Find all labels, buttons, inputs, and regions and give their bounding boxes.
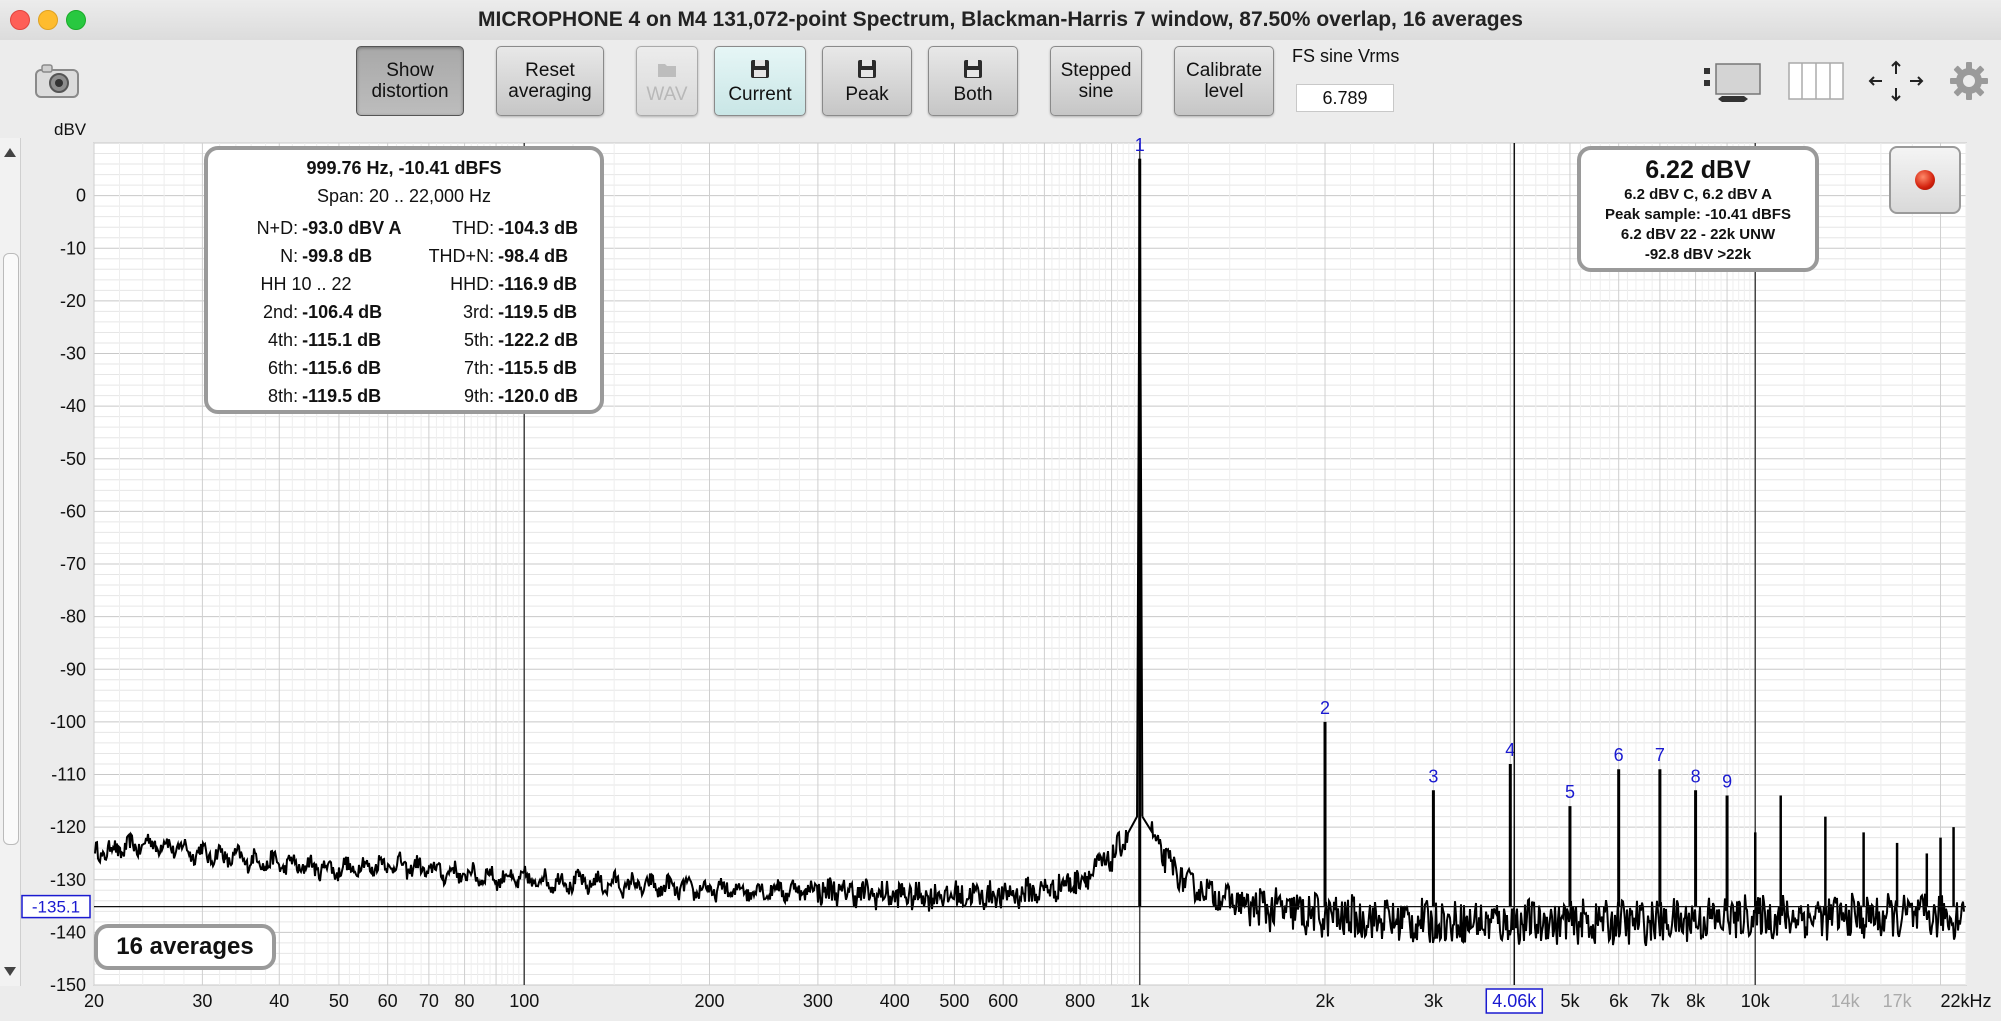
y-tick-label: -110 (51, 765, 86, 785)
x-tick-label: 400 (880, 991, 910, 1011)
y-tick-label: 0 (76, 186, 86, 206)
distortion-row: 8th: -119.5 dB 9th: -120.0 dB (208, 382, 600, 410)
x-tick-label: 70 (419, 991, 439, 1011)
level-line: 6.2 dBV 22 - 22k UNW (1620, 226, 1776, 243)
metric-value: -120.0 dB (498, 386, 579, 406)
level-line: 6.2 dBV C, 6.2 dBV A (1624, 186, 1772, 203)
metric-label: HH 10 .. 22 (260, 274, 352, 294)
record-icon (1915, 170, 1935, 190)
harmonic-label: 7 (1655, 745, 1665, 765)
harmonic-label: 3 (1428, 766, 1438, 786)
y-cursor-readout: -135.1 (32, 898, 80, 917)
x-tick-label: 10k (1741, 991, 1771, 1011)
distortion-row: N+D: -93.0 dBV A THD: -104.3 dB (208, 214, 600, 242)
metric-value: -119.5 dB (498, 302, 578, 322)
metric-label: 7th: (464, 358, 495, 378)
x-tick-label: 20 (84, 991, 104, 1011)
y-tick-label: -130 (50, 870, 86, 890)
metric-label: 9th: (464, 386, 495, 406)
metric-label: 4th: (268, 330, 299, 350)
metric-label: THD: (452, 218, 495, 238)
distortion-panel: 999.76 Hz, -10.41 dBFS Span: 20 .. 22,00… (204, 146, 604, 414)
level-panel: 6.22 dBV 6.2 dBV C, 6.2 dBV A Peak sampl… (1577, 146, 1819, 272)
x-tick-label: 200 (694, 991, 724, 1011)
record-button[interactable] (1889, 146, 1961, 214)
distortion-row: 6th: -115.6 dB 7th: -115.5 dB (208, 354, 600, 382)
harmonic-label: 5 (1565, 782, 1575, 802)
span-readout: Span: 20 .. 22,000 Hz (316, 186, 492, 206)
distortion-row: HH 10 .. 22 HHD: -116.9 dB (208, 270, 600, 298)
level-main-readout: 6.22 dBV (1645, 156, 1751, 184)
x-tick-label: 6k (1609, 991, 1629, 1011)
x-tick-label: 60 (378, 991, 398, 1011)
harmonic-label: 1 (1135, 135, 1145, 155)
y-tick-label: -30 (60, 344, 86, 364)
harmonic-label: 6 (1614, 745, 1624, 765)
x-tick-label: 800 (1065, 991, 1095, 1011)
x-tick-label: 600 (988, 991, 1018, 1011)
metric-label: 3rd: (463, 302, 495, 322)
metric-label: THD+N: (428, 246, 495, 266)
distortion-row: 2nd: -106.4 dB 3rd: -119.5 dB (208, 298, 600, 326)
x-tick-label: 80 (455, 991, 475, 1011)
metric-label: HHD: (450, 274, 495, 294)
metric-value: -98.4 dB (498, 246, 569, 266)
y-tick-label: -140 (50, 922, 86, 942)
x-tick-label: 22kHz (1940, 991, 1991, 1011)
y-tick-label: -80 (60, 607, 86, 627)
x-cursor-readout: 4.06k (1492, 991, 1537, 1011)
y-tick-label: -50 (60, 449, 86, 469)
y-tick-label: -120 (50, 817, 86, 837)
metric-label: 6th: (268, 358, 299, 378)
metric-value: -116.9 dB (498, 274, 578, 294)
x-tick-label: 40 (269, 991, 289, 1011)
x-tick-label: 100 (509, 991, 539, 1011)
metric-value: -119.5 dB (302, 386, 382, 406)
harmonic-label: 9 (1722, 772, 1732, 792)
metric-label: 2nd: (263, 302, 299, 322)
harmonic-label: 2 (1320, 698, 1330, 718)
x-tick-label: 8k (1686, 991, 1706, 1011)
y-tick-label: -90 (60, 659, 86, 679)
metric-label: 5th: (464, 330, 495, 350)
metric-label: N+D: (256, 218, 299, 238)
fundamental-readout: 999.76 Hz, -10.41 dBFS (306, 158, 502, 178)
y-tick-label: -70 (60, 554, 86, 574)
distortion-row: N: -99.8 dB THD+N: -98.4 dB (208, 242, 600, 270)
level-line: -92.8 dBV >22k (1644, 246, 1752, 263)
x-tick-label: 3k (1424, 991, 1444, 1011)
metric-label: N: (280, 246, 299, 266)
metric-value: -115.1 dB (302, 330, 382, 350)
y-tick-label: -40 (60, 396, 86, 416)
metric-value: -99.8 dB (302, 246, 373, 266)
metric-value: -122.2 dB (498, 330, 579, 350)
x-tick-label: 2k (1316, 991, 1336, 1011)
metric-value: -106.4 dB (302, 302, 383, 322)
metric-value: -93.0 dBV A (302, 218, 402, 238)
x-tick-label: 30 (192, 991, 212, 1011)
level-line: Peak sample: -10.41 dBFS (1605, 206, 1791, 223)
y-tick-label: -10 (60, 238, 86, 258)
y-tick-label: -100 (50, 712, 86, 732)
metric-label: 8th: (268, 386, 299, 406)
y-tick-label: -20 (60, 291, 86, 311)
x-tick-label: 50 (329, 991, 349, 1011)
metric-value: -104.3 dB (498, 218, 579, 238)
harmonic-label: 8 (1691, 766, 1701, 786)
distortion-row: 4th: -115.1 dB 5th: -122.2 dB (208, 326, 600, 354)
averages-badge: 16 averages (94, 924, 276, 970)
y-tick-label: -60 (60, 501, 86, 521)
x-tick-label: 14k (1831, 991, 1861, 1011)
x-tick-label: 7k (1650, 991, 1670, 1011)
y-tick-label: -150 (50, 975, 86, 995)
x-tick-label: 300 (803, 991, 833, 1011)
x-tick-label: 1k (1130, 991, 1150, 1011)
x-tick-label: 500 (939, 991, 969, 1011)
metric-value: -115.6 dB (302, 358, 382, 378)
x-tick-label: 17k (1883, 991, 1913, 1011)
metric-value: -115.5 dB (498, 358, 578, 378)
x-tick-label: 5k (1560, 991, 1580, 1011)
